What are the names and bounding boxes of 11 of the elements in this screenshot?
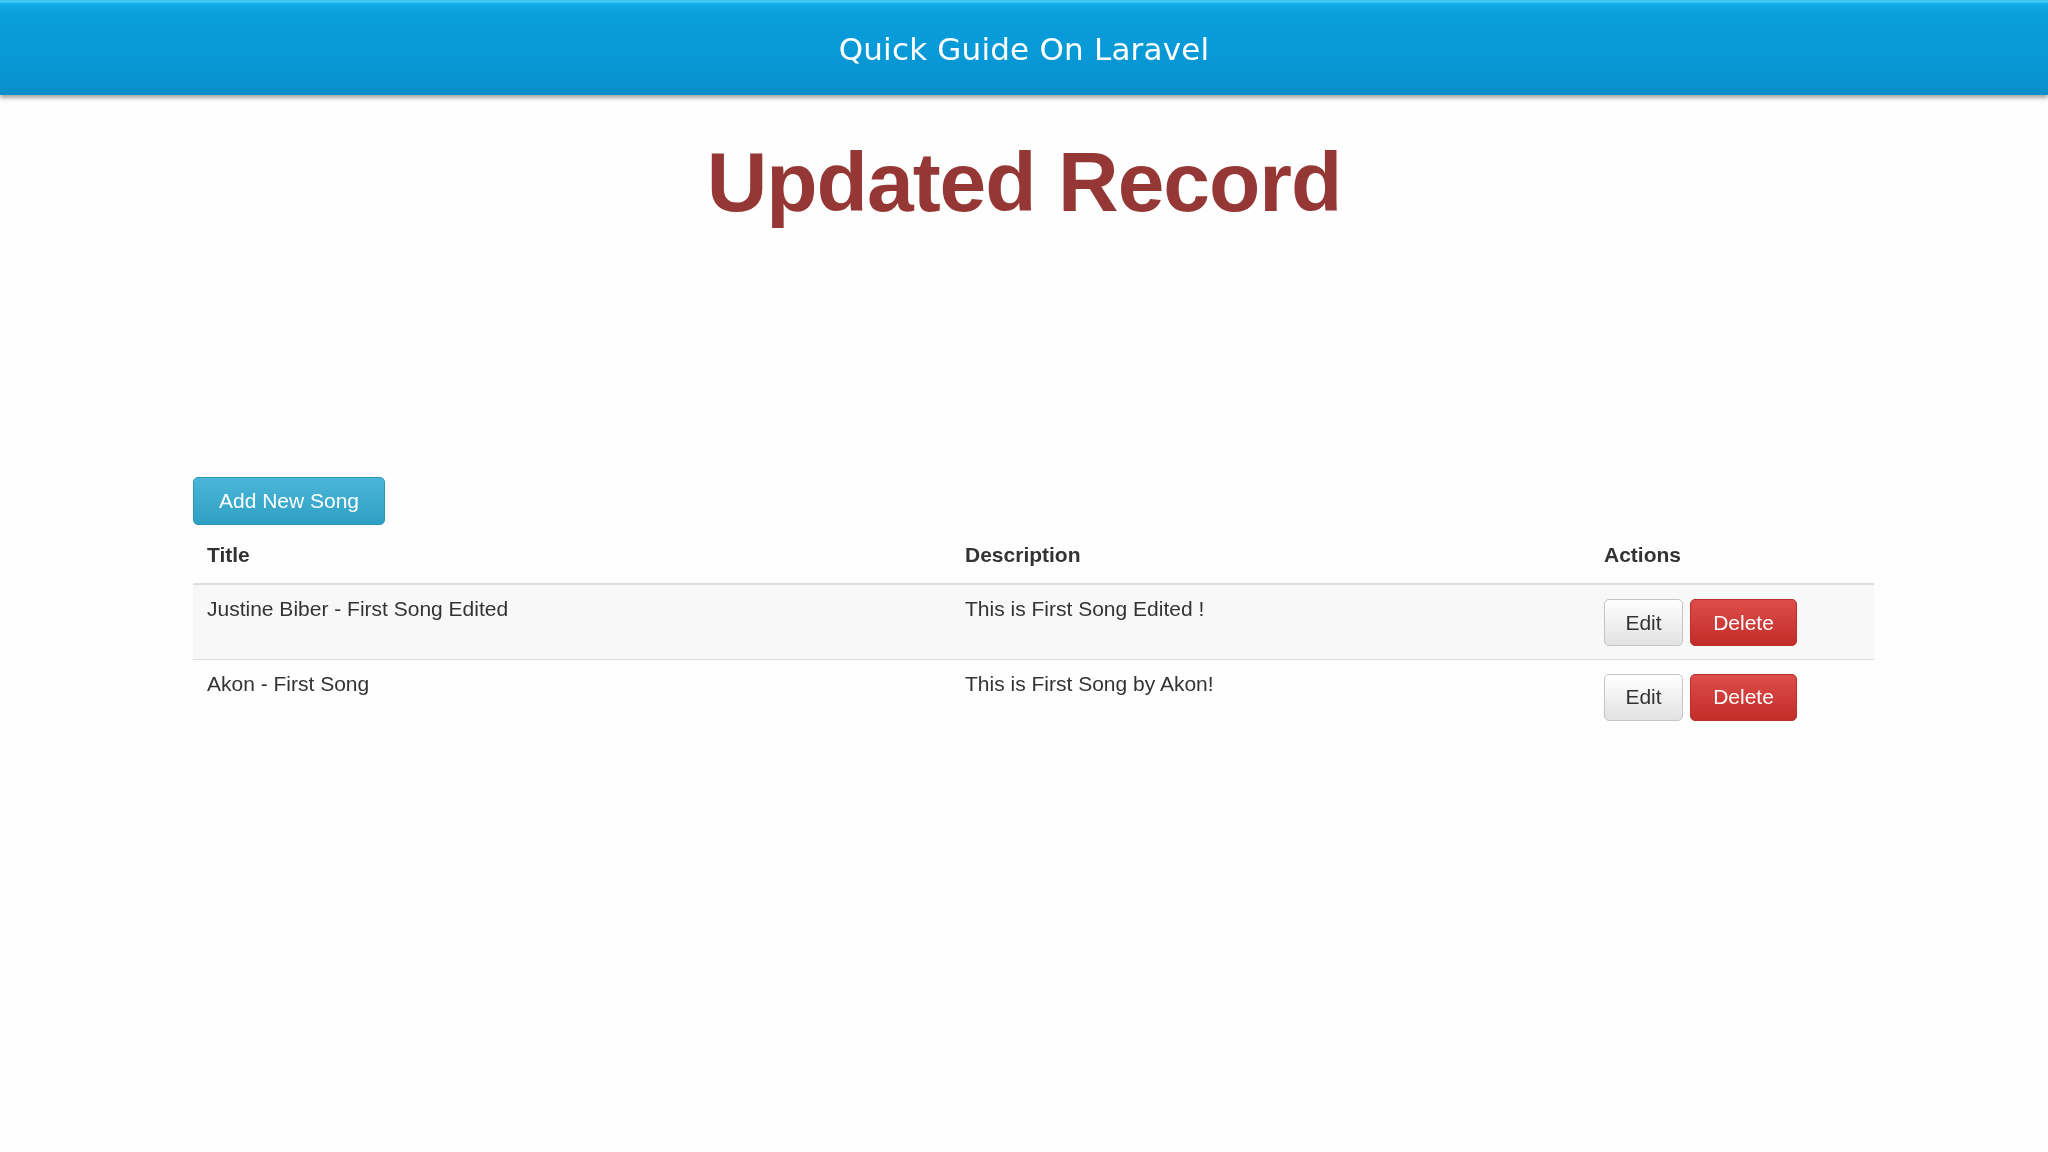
delete-button[interactable]: Delete (1690, 673, 1797, 721)
edit-button[interactable]: Edit (1604, 673, 1683, 721)
table-cell: Justine Biber - First Song Edited (193, 584, 951, 659)
table-cell: This is First Song Edited ! (951, 584, 1590, 659)
page-heading: Updated Record (706, 137, 1342, 227)
table-cell: This is First Song by Akon! (951, 659, 1590, 734)
add-new-song-button[interactable]: Add New Song (193, 477, 385, 525)
edit-button[interactable]: Edit (1604, 599, 1683, 646)
table-cell: Akon - First Song (193, 659, 951, 734)
delete-button[interactable]: Delete (1690, 599, 1797, 646)
site-title: Quick Guide On Laravel (838, 31, 1210, 67)
